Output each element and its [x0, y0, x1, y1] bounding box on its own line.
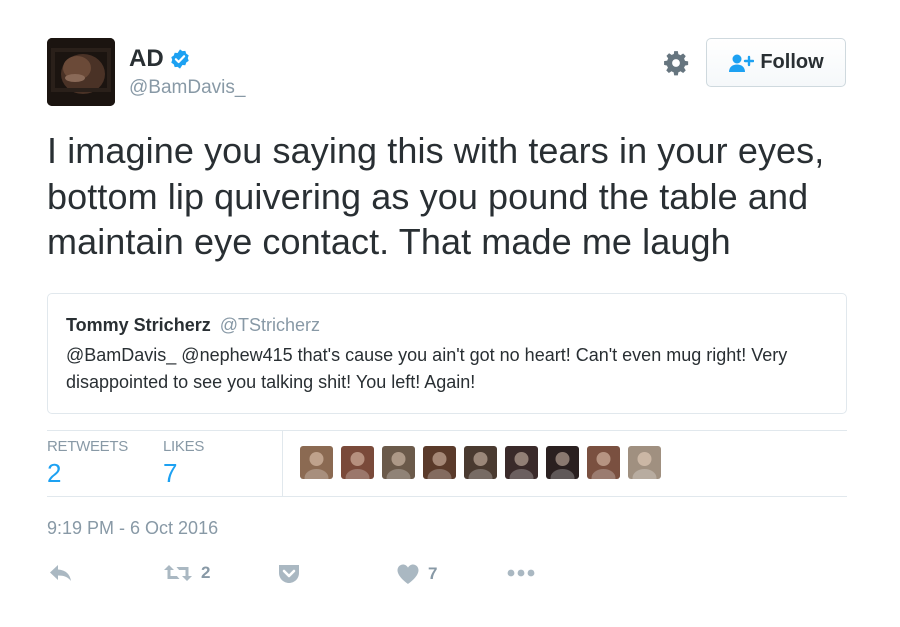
author-info: AD @BamDavis_ [129, 44, 245, 99]
divider [47, 430, 847, 431]
liker-avatar[interactable] [300, 446, 333, 479]
liker-avatar-4 [423, 446, 456, 479]
retweet-icon [164, 565, 192, 581]
liker-avatar[interactable] [628, 446, 661, 479]
liker-avatar[interactable] [382, 446, 415, 479]
liker-avatar[interactable] [505, 446, 538, 479]
add-user-icon [729, 54, 755, 72]
liker-avatar[interactable] [423, 446, 456, 479]
quoted-author-name: Tommy Stricherz [66, 315, 211, 335]
reply-button[interactable] [48, 563, 74, 583]
author-name[interactable]: AD [129, 45, 164, 73]
liker-avatar[interactable] [341, 446, 374, 479]
more-dots-icon [507, 569, 535, 577]
liker-avatar-9 [628, 446, 661, 479]
liker-avatar-8 [587, 446, 620, 479]
likes-stat[interactable]: LIKES 7 [163, 438, 204, 489]
avatar-image [47, 38, 115, 106]
quoted-tweet[interactable]: Tommy Stricherz @TStricherz @BamDavis_ @… [47, 293, 847, 414]
more-button[interactable] [506, 563, 536, 583]
likes-count: 7 [163, 458, 178, 488]
liker-avatar-2 [341, 446, 374, 479]
liker-avatar-5 [464, 446, 497, 479]
save-pocket-button[interactable] [277, 563, 301, 585]
verified-badge-icon [170, 49, 189, 69]
tweet-text: I imagine you saying this with tears in … [47, 130, 825, 262]
heart-icon [397, 564, 419, 584]
divider [47, 496, 847, 497]
follow-button[interactable]: Follow [706, 38, 846, 87]
stats-divider [282, 430, 283, 496]
liker-avatar-6 [505, 446, 538, 479]
liker-avatar[interactable] [464, 446, 497, 479]
like-count: 7 [428, 564, 438, 583]
quoted-author-handle: @TStricherz [219, 315, 321, 335]
author-avatar[interactable] [47, 38, 115, 106]
pocket-icon [279, 565, 299, 583]
retweets-label: RETWEETS [47, 438, 128, 455]
liker-avatars [300, 446, 669, 479]
author-handle[interactable]: @BamDavis_ [129, 77, 245, 99]
retweet-button[interactable]: 2 [163, 563, 210, 583]
reply-icon [50, 565, 71, 581]
liker-avatar-3 [382, 446, 415, 479]
gear-icon[interactable] [663, 50, 689, 76]
liker-avatar[interactable] [546, 446, 579, 479]
follow-label: Follow [760, 51, 824, 73]
likes-label: LIKES [163, 438, 205, 455]
quoted-tweet-text: @BamDavis_ @nephew415 that's cause you a… [66, 345, 788, 392]
liker-avatar[interactable] [587, 446, 620, 479]
retweets-stat[interactable]: RETWEETS 2 [47, 438, 128, 489]
like-button[interactable]: 7 [396, 563, 437, 585]
retweet-count: 2 [201, 563, 211, 582]
tweet-timestamp[interactable]: 9:19 PM - 6 Oct 2016 [47, 518, 218, 539]
liker-avatar-1 [300, 446, 333, 479]
liker-avatar-7 [546, 446, 579, 479]
retweets-count: 2 [47, 458, 62, 488]
